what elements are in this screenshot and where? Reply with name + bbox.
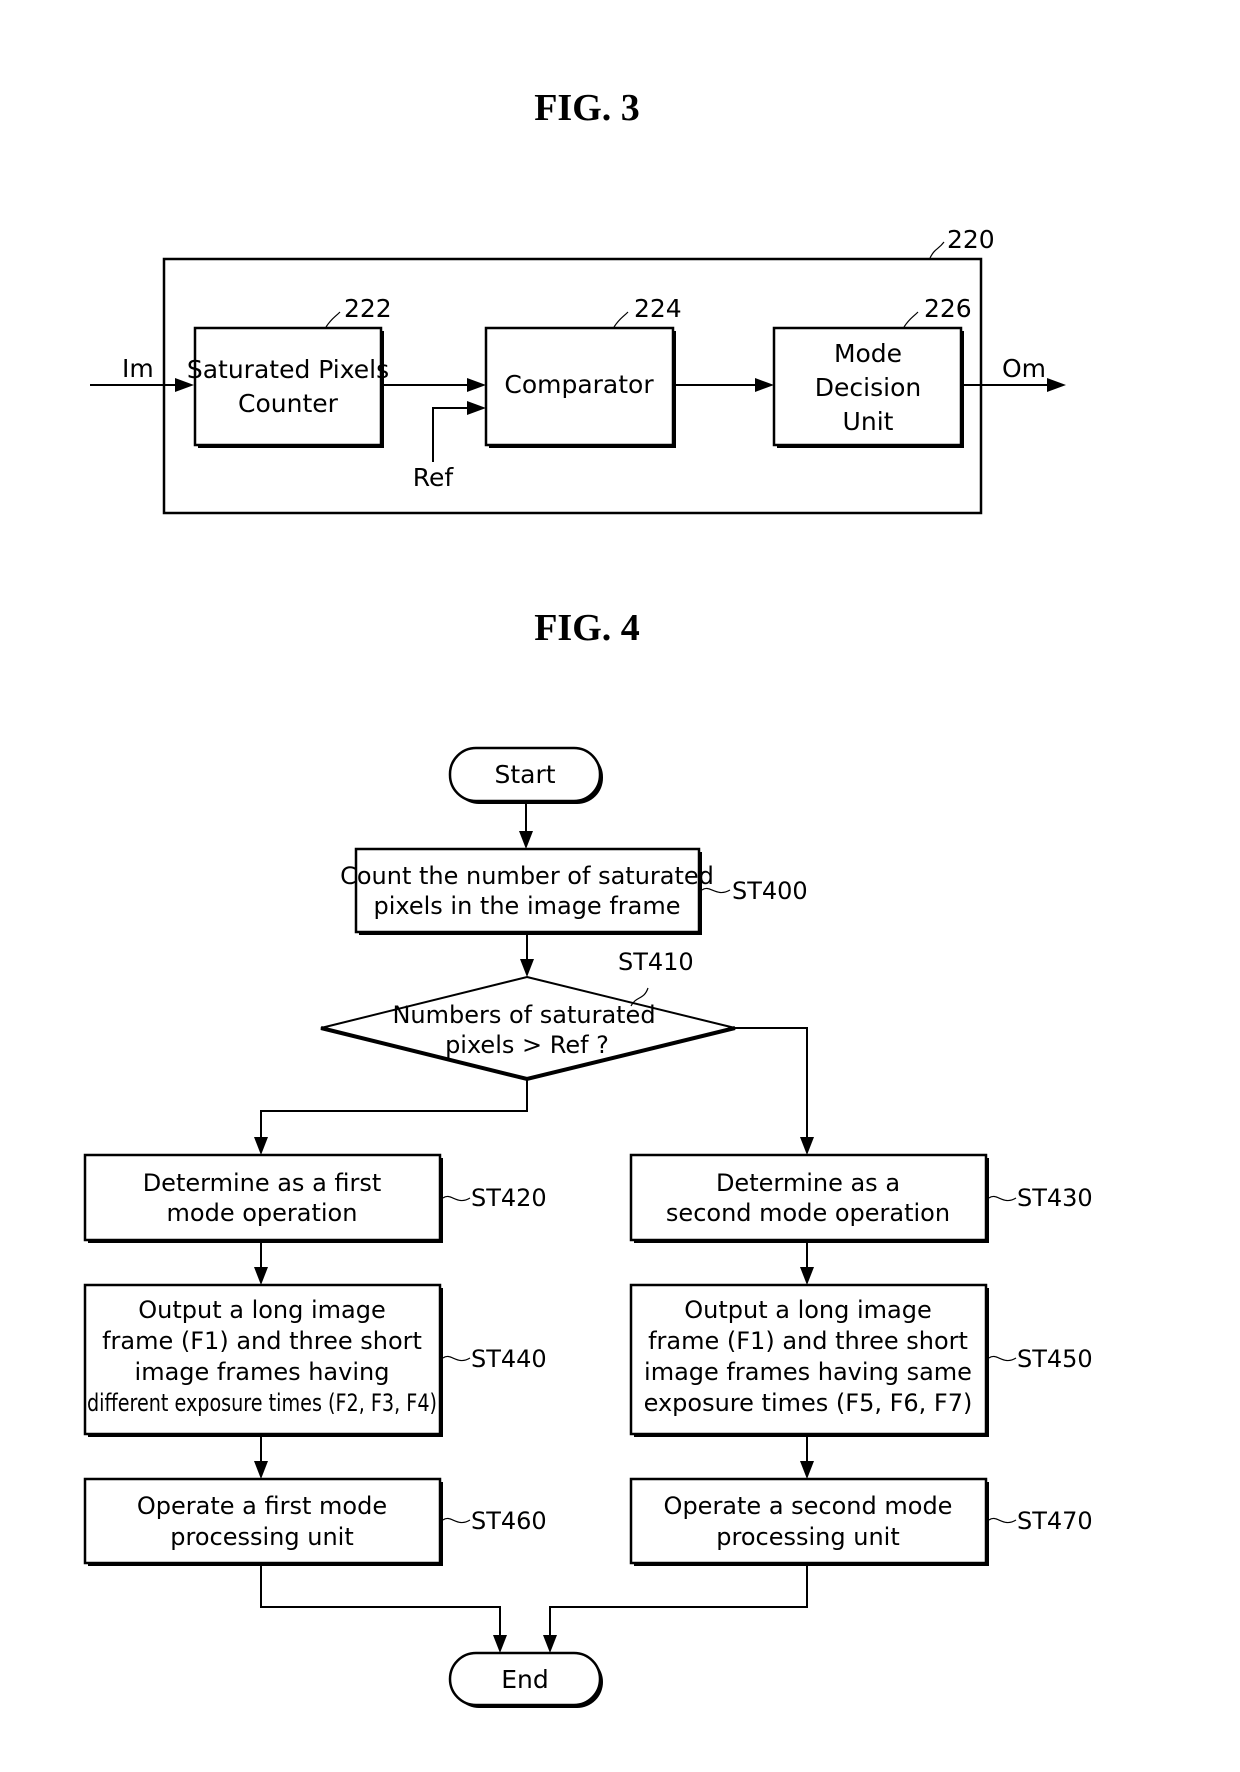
start-label: Start <box>494 760 555 789</box>
block-224-label: Comparator <box>504 370 654 399</box>
st470-line-1: Operate a second mode <box>664 1492 953 1520</box>
st400-line-2: pixels in the image frame <box>373 892 680 920</box>
output-label-om: Om <box>1002 354 1046 383</box>
st440-line-1: Output a long image <box>138 1296 386 1324</box>
arrowhead-st460-end <box>493 1635 507 1653</box>
patent-drawing-sheet: FIG. 3 220 Im Saturated Pixels Counter 2… <box>83 87 1093 1708</box>
ref-number-222: 222 <box>344 294 392 323</box>
st400-line-1: Count the number of saturated <box>340 862 714 890</box>
block-226-line-1: Mode <box>834 339 902 368</box>
connector-st470-end <box>549 1566 808 1637</box>
connector-st460-end <box>260 1566 501 1637</box>
block-222-line-1: Saturated Pixels <box>187 355 389 384</box>
st450-line-1: Output a long image <box>684 1296 932 1324</box>
st470-id: ST470 <box>1017 1507 1093 1535</box>
leader-line-st440 <box>442 1355 471 1362</box>
connector-st410-st430 <box>735 1027 808 1139</box>
leader-line-st460 <box>442 1517 471 1524</box>
input-label-im: Im <box>122 354 154 383</box>
leader-line-st450 <box>988 1355 1017 1362</box>
st450-line-2: frame (F1) and three short <box>648 1327 968 1355</box>
leader-line-220 <box>929 241 945 259</box>
st440-id: ST440 <box>471 1345 547 1373</box>
st430-id: ST430 <box>1017 1184 1093 1212</box>
ref-number-220: 220 <box>947 225 995 254</box>
arrowhead-st420-st440 <box>254 1267 268 1285</box>
arrowhead-st410-st420 <box>254 1137 268 1155</box>
st460-line-2: processing unit <box>170 1523 353 1551</box>
st450-line-3: image frames having same <box>644 1358 972 1386</box>
st460-id: ST460 <box>471 1507 547 1535</box>
block-222-line-2: Counter <box>238 389 339 418</box>
arrowhead-st440-st460 <box>254 1461 268 1479</box>
st430-line-1: Determine as a <box>716 1169 900 1197</box>
st420-line-2: mode operation <box>167 1199 358 1227</box>
block-226-line-3: Unit <box>843 407 894 436</box>
ref-number-224: 224 <box>634 294 682 323</box>
ref-number-226: 226 <box>924 294 972 323</box>
block-222 <box>193 326 383 447</box>
st400-id: ST400 <box>732 877 808 905</box>
arrowhead-start-st400 <box>519 831 533 849</box>
block-226-line-2: Decision <box>815 373 921 402</box>
ref-label: Ref <box>413 463 455 492</box>
st420-id: ST420 <box>471 1184 547 1212</box>
st440-line-3: image frames having <box>135 1358 390 1386</box>
st450-id: ST450 <box>1017 1345 1093 1373</box>
st410-line-1: Numbers of saturated <box>392 1001 655 1029</box>
st440-line-2: frame (F1) and three short <box>102 1327 422 1355</box>
arrowhead-st400-st410 <box>520 959 534 977</box>
st450-line-4: exposure times (F5, F6, F7) <box>644 1389 973 1417</box>
step-st430 <box>629 1153 988 1242</box>
fig3-title: FIG. 3 <box>534 87 640 129</box>
fig3-block-diagram: 220 Im Saturated Pixels Counter 222 Ref … <box>90 225 1066 515</box>
st410-line-2: pixels > Ref ? <box>445 1031 609 1059</box>
fig4-flowchart: Start Count the number of saturated pixe… <box>83 746 1093 1708</box>
st460-line-1: Operate a first mode <box>137 1492 387 1520</box>
end-label: End <box>501 1665 549 1694</box>
arrowhead-st470-end <box>543 1635 557 1653</box>
fig4-title: FIG. 4 <box>534 607 640 649</box>
st440-line-4: different exposure times (F2, F3, F4) <box>87 1389 437 1417</box>
st470-line-2: processing unit <box>716 1523 899 1551</box>
step-st420 <box>83 1153 442 1242</box>
leader-line-st420 <box>442 1195 471 1202</box>
arrowhead-st450-st470 <box>800 1461 814 1479</box>
connector-st410-st420 <box>260 1079 528 1139</box>
st420-line-1: Determine as a first <box>143 1169 382 1197</box>
leader-line-st430 <box>988 1195 1017 1202</box>
arrowhead-st410-st430 <box>800 1137 814 1155</box>
leader-line-st470 <box>988 1517 1017 1524</box>
arrowhead-st430-st450 <box>800 1267 814 1285</box>
st430-line-2: second mode operation <box>666 1199 950 1227</box>
output-arrowhead <box>1047 378 1066 392</box>
st410-id: ST410 <box>618 948 694 976</box>
